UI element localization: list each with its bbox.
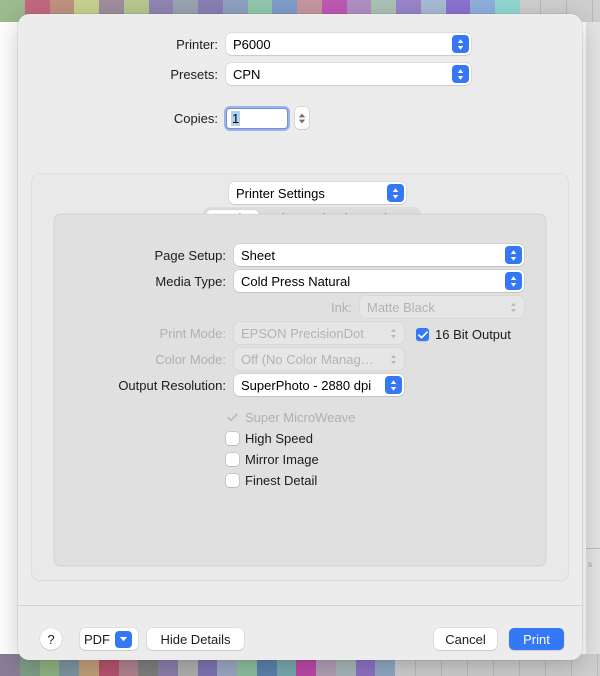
- output-resolution-value: SuperPhoto - 2880 dpi: [241, 377, 372, 393]
- printer-select[interactable]: P6000: [226, 33, 471, 55]
- chevron-updown-icon: [505, 272, 522, 290]
- ink-select: Matte Black: [360, 296, 524, 318]
- help-button[interactable]: ?: [40, 628, 62, 650]
- media-type-select[interactable]: Cold Press Natural: [234, 270, 524, 292]
- print-mode-value: EPSON PrecisionDot: [241, 325, 364, 341]
- mirror-image-checkbox[interactable]: [226, 453, 239, 466]
- chevron-updown-icon: [385, 376, 402, 394]
- grid-line: [592, 0, 593, 22]
- chevron-up-icon: [298, 113, 306, 117]
- high-speed-label: High Speed: [245, 431, 313, 446]
- chevron-updown-icon: [385, 350, 402, 368]
- mirror-image-row[interactable]: Mirror Image: [226, 452, 319, 467]
- media-type-label: Media Type:: [155, 273, 226, 289]
- finest-detail-label: Finest Detail: [245, 473, 318, 488]
- presets-row: Presets: CPN: [18, 63, 582, 85]
- pane-selector-value: Printer Settings: [236, 185, 325, 201]
- copies-row: Copies: 1: [18, 105, 582, 131]
- chevron-updown-icon: [385, 324, 402, 342]
- chevron-down-icon: [298, 119, 306, 123]
- chevron-updown-icon: [505, 298, 522, 316]
- output-resolution-row: Output Resolution: SuperPhoto - 2880 dpi: [54, 374, 546, 396]
- page-setup-label: Page Setup:: [154, 247, 226, 263]
- media-type-value: Cold Press Natural: [241, 273, 351, 289]
- printer-label: Printer:: [176, 36, 218, 52]
- page-setup-value: Sheet: [241, 247, 275, 263]
- chevron-down-icon: [115, 630, 132, 648]
- page-setup-select[interactable]: Sheet: [234, 244, 524, 266]
- super-microweave-label: Super MicroWeave: [245, 410, 356, 425]
- high-speed-row[interactable]: High Speed: [226, 431, 313, 446]
- settings-groupbox: Page Setup: Sheet Media Type: Cold Press…: [54, 214, 546, 566]
- print-mode-select: EPSON PrecisionDot: [234, 322, 404, 344]
- media-type-row: Media Type: Cold Press Natural: [54, 270, 546, 292]
- printer-row: Printer: P6000: [18, 33, 582, 55]
- high-speed-checkbox[interactable]: [226, 432, 239, 445]
- copies-input[interactable]: 1: [224, 105, 290, 131]
- backdrop-right-rule: [586, 548, 600, 549]
- color-mode-label: Color Mode:: [155, 351, 226, 367]
- copies-label: Copies:: [173, 110, 218, 126]
- mirror-image-label: Mirror Image: [245, 452, 319, 467]
- chevron-updown-icon: [387, 184, 404, 202]
- output-resolution-label: Output Resolution:: [118, 377, 226, 393]
- print-button[interactable]: Print: [509, 628, 564, 650]
- color-mode-select: Off (No Color Managem…: [234, 348, 404, 370]
- pane-selector[interactable]: Printer Settings: [229, 182, 406, 204]
- color-swatch: [0, 654, 20, 676]
- pdf-button-label: PDF: [84, 631, 110, 647]
- chevron-updown-icon: [452, 65, 469, 83]
- copies-stepper[interactable]: [295, 107, 309, 129]
- color-mode-value: Off (No Color Managem…: [241, 351, 380, 367]
- settings-panel: Printer Settings Basic Advanced Color Se…: [32, 174, 568, 580]
- chevron-updown-icon: [505, 246, 522, 264]
- checkmark-icon: [417, 330, 428, 338]
- footer-bar: ? PDF Hide Details Cancel Print: [18, 606, 582, 660]
- output-resolution-select[interactable]: SuperPhoto - 2880 dpi: [234, 374, 404, 396]
- presets-select[interactable]: CPN: [226, 63, 471, 85]
- bit-output-label: 16 Bit Output: [435, 327, 511, 342]
- printer-value: P6000: [233, 36, 271, 52]
- ink-label: Ink:: [331, 299, 352, 315]
- finest-detail-row[interactable]: Finest Detail: [226, 473, 317, 488]
- copies-value: 1: [231, 110, 241, 126]
- ink-row: Ink: Matte Black: [54, 296, 546, 318]
- chevron-updown-icon: [452, 35, 469, 53]
- presets-value: CPN: [233, 66, 261, 82]
- page-setup-row: Page Setup: Sheet: [54, 244, 546, 266]
- finest-detail-checkbox[interactable]: [226, 474, 239, 487]
- hide-details-button[interactable]: Hide Details: [147, 628, 244, 650]
- backdrop-faint-label: s: [588, 560, 592, 569]
- color-mode-row: Color Mode: Off (No Color Managem…: [54, 348, 546, 370]
- bit-output-row[interactable]: 16 Bit Output: [416, 327, 511, 342]
- bit-output-checkbox[interactable]: [416, 328, 429, 341]
- presets-label: Presets:: [170, 66, 218, 82]
- checkmark-icon: [227, 413, 238, 422]
- super-microweave-row: Super MicroWeave: [226, 410, 355, 425]
- print-mode-label: Print Mode:: [159, 325, 226, 341]
- grid-line: [597, 654, 598, 676]
- super-microweave-checkbox: [226, 411, 239, 424]
- print-dialog: Printer: P6000 Presets: CPN Copies: 1 Pr…: [18, 14, 582, 660]
- pdf-button[interactable]: PDF: [80, 628, 138, 650]
- cancel-button[interactable]: Cancel: [434, 628, 497, 650]
- ink-value: Matte Black: [367, 299, 435, 315]
